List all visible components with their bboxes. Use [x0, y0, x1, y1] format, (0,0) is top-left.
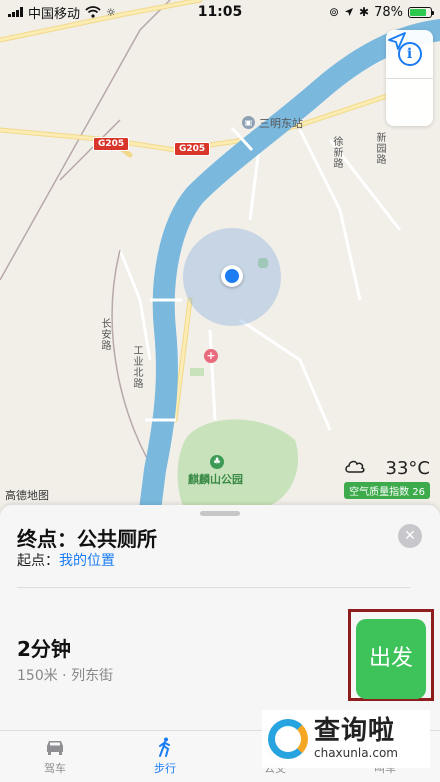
origin-row: 起点：我的位置 [17, 550, 115, 570]
origin-label: 起点： [17, 553, 59, 569]
bluetooth-icon: ✱ [359, 5, 370, 19]
wifi-icon [85, 6, 101, 18]
watermark-url: chaxunla.com [314, 746, 398, 761]
station-label: 三明东站 [259, 117, 303, 130]
tab-label: 驾车 [44, 762, 66, 775]
car-icon [47, 741, 63, 755]
watermark: 查询啦 chaxunla.com [262, 710, 430, 768]
street-label: 长安路 [99, 318, 110, 351]
street-label: 徐新路 [331, 136, 342, 169]
aqi-badge: 空气质量指数 26 [344, 482, 430, 499]
battery-icon [408, 6, 434, 18]
destination-title: 终点：公共厕所 [17, 527, 157, 551]
map-controls: i [386, 30, 433, 126]
route-duration: 2分钟 [17, 637, 71, 661]
battery-level [410, 8, 426, 16]
cloud-icon [345, 460, 365, 473]
street-label: 工业北路 [131, 345, 142, 389]
route-sheet[interactable]: 终点：公共厕所 起点：我的位置 ✕ 2分钟 150米 · 列东街 出发 查询啦 … [0, 505, 440, 768]
walking-icon [159, 737, 170, 757]
tab-label: 步行 [154, 762, 176, 775]
brightness-icon: ☼ [106, 5, 116, 19]
origin-location-link[interactable]: 我的位置 [59, 553, 115, 569]
road-sign: G205 [93, 137, 130, 151]
map-view[interactable]: G205 G205 ▣ 三明东站 徐新路 新园路 长安路 工业北路 + ♣ 麒麟… [0, 0, 440, 510]
go-button[interactable]: 出发 [356, 619, 426, 699]
tab-drive[interactable]: 驾车 [0, 731, 110, 782]
watermark-logo-icon [268, 719, 308, 759]
location-arrow-icon [388, 32, 406, 50]
status-bar: 中国移动 ☼ 11:05 ⊚ ✱ 78% [0, 0, 440, 24]
track-location-button[interactable] [386, 32, 433, 127]
temperature: 33°C [385, 458, 430, 479]
watermark-text: 查询啦 [314, 716, 396, 747]
location-arrow-icon [345, 8, 354, 16]
sheet-grabber[interactable] [200, 511, 240, 516]
train-station-icon: ▣ [242, 116, 255, 129]
close-button[interactable]: ✕ [398, 524, 422, 548]
park-icon[interactable]: ♣ [210, 455, 224, 469]
close-icon: ✕ [404, 528, 416, 544]
battery-percent: 78% [374, 4, 403, 20]
park-label: 麒麟山公园 [188, 473, 243, 486]
current-location-dot[interactable] [221, 265, 243, 287]
tab-walk[interactable]: 步行 [110, 731, 220, 782]
signal-icon [8, 7, 23, 17]
divider [17, 587, 410, 588]
road-sign: G205 [174, 142, 211, 156]
route-detail: 150米 · 列东街 [17, 668, 114, 684]
hospital-icon[interactable]: + [204, 349, 218, 363]
street-label: 新园路 [374, 132, 385, 165]
orientation-lock-icon: ⊚ [328, 5, 340, 19]
map-attribution[interactable]: 高德地图 [5, 487, 49, 503]
carrier-name: 中国移动 [28, 6, 81, 22]
weather-widget[interactable]: 33°C 空气质量指数 26 [344, 458, 430, 499]
